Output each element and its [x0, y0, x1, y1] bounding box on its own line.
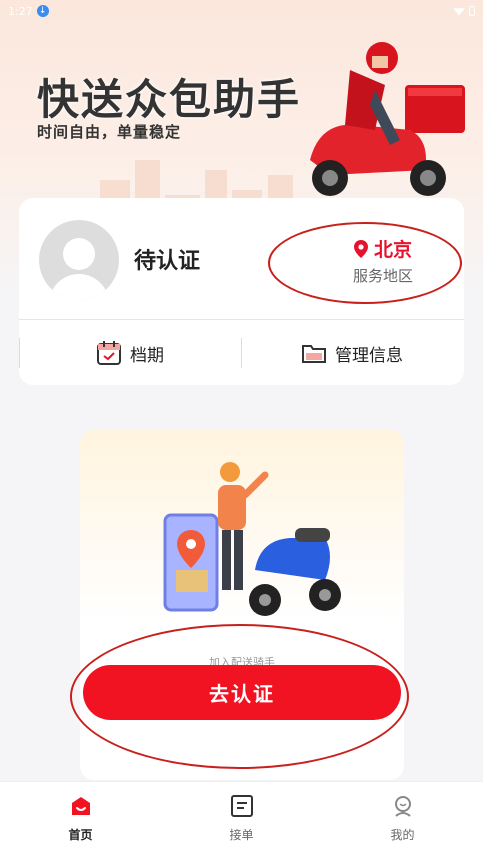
courier-scooter-illustration: [163, 462, 341, 616]
schedule-button[interactable]: 档期: [96, 338, 164, 368]
calendar-check-icon: [97, 341, 121, 365]
battery-icon: [469, 6, 475, 16]
order-icon: [228, 792, 256, 820]
bottom-tab-bar: 首页 接单 我的: [0, 781, 483, 858]
tab-mine-label: 我的: [390, 828, 415, 842]
folder-icon: [302, 345, 326, 363]
verification-status: 待认证: [134, 249, 201, 274]
schedule-label: 档期: [130, 345, 164, 366]
tab-home-label: 首页: [68, 828, 93, 842]
tab-orders[interactable]: 接单: [161, 782, 322, 858]
annotation-circle: [70, 624, 409, 769]
divider: [19, 319, 464, 320]
download-icon: ↓: [36, 5, 49, 17]
divider: [241, 338, 242, 368]
status-time: 1:27: [8, 4, 33, 18]
avatar[interactable]: [39, 220, 119, 300]
tab-mine[interactable]: 我的: [322, 782, 483, 858]
status-bar: 1:27 ↓: [0, 0, 483, 22]
home-icon: [67, 792, 95, 820]
hero-subtitle: 时间自由，单量稳定: [37, 123, 182, 141]
manage-info-label: 管理信息: [335, 345, 403, 366]
hero-title: 快送众包助手: [37, 75, 302, 124]
tab-home[interactable]: 首页: [0, 782, 161, 858]
divider: [19, 338, 20, 368]
profile-icon: [389, 792, 417, 820]
manage-info-button[interactable]: 管理信息: [301, 338, 403, 368]
tab-orders-label: 接单: [229, 828, 254, 842]
annotation-circle: [268, 222, 462, 304]
wifi-icon: [453, 8, 465, 16]
scooter-rider-illustration: [310, 42, 465, 196]
